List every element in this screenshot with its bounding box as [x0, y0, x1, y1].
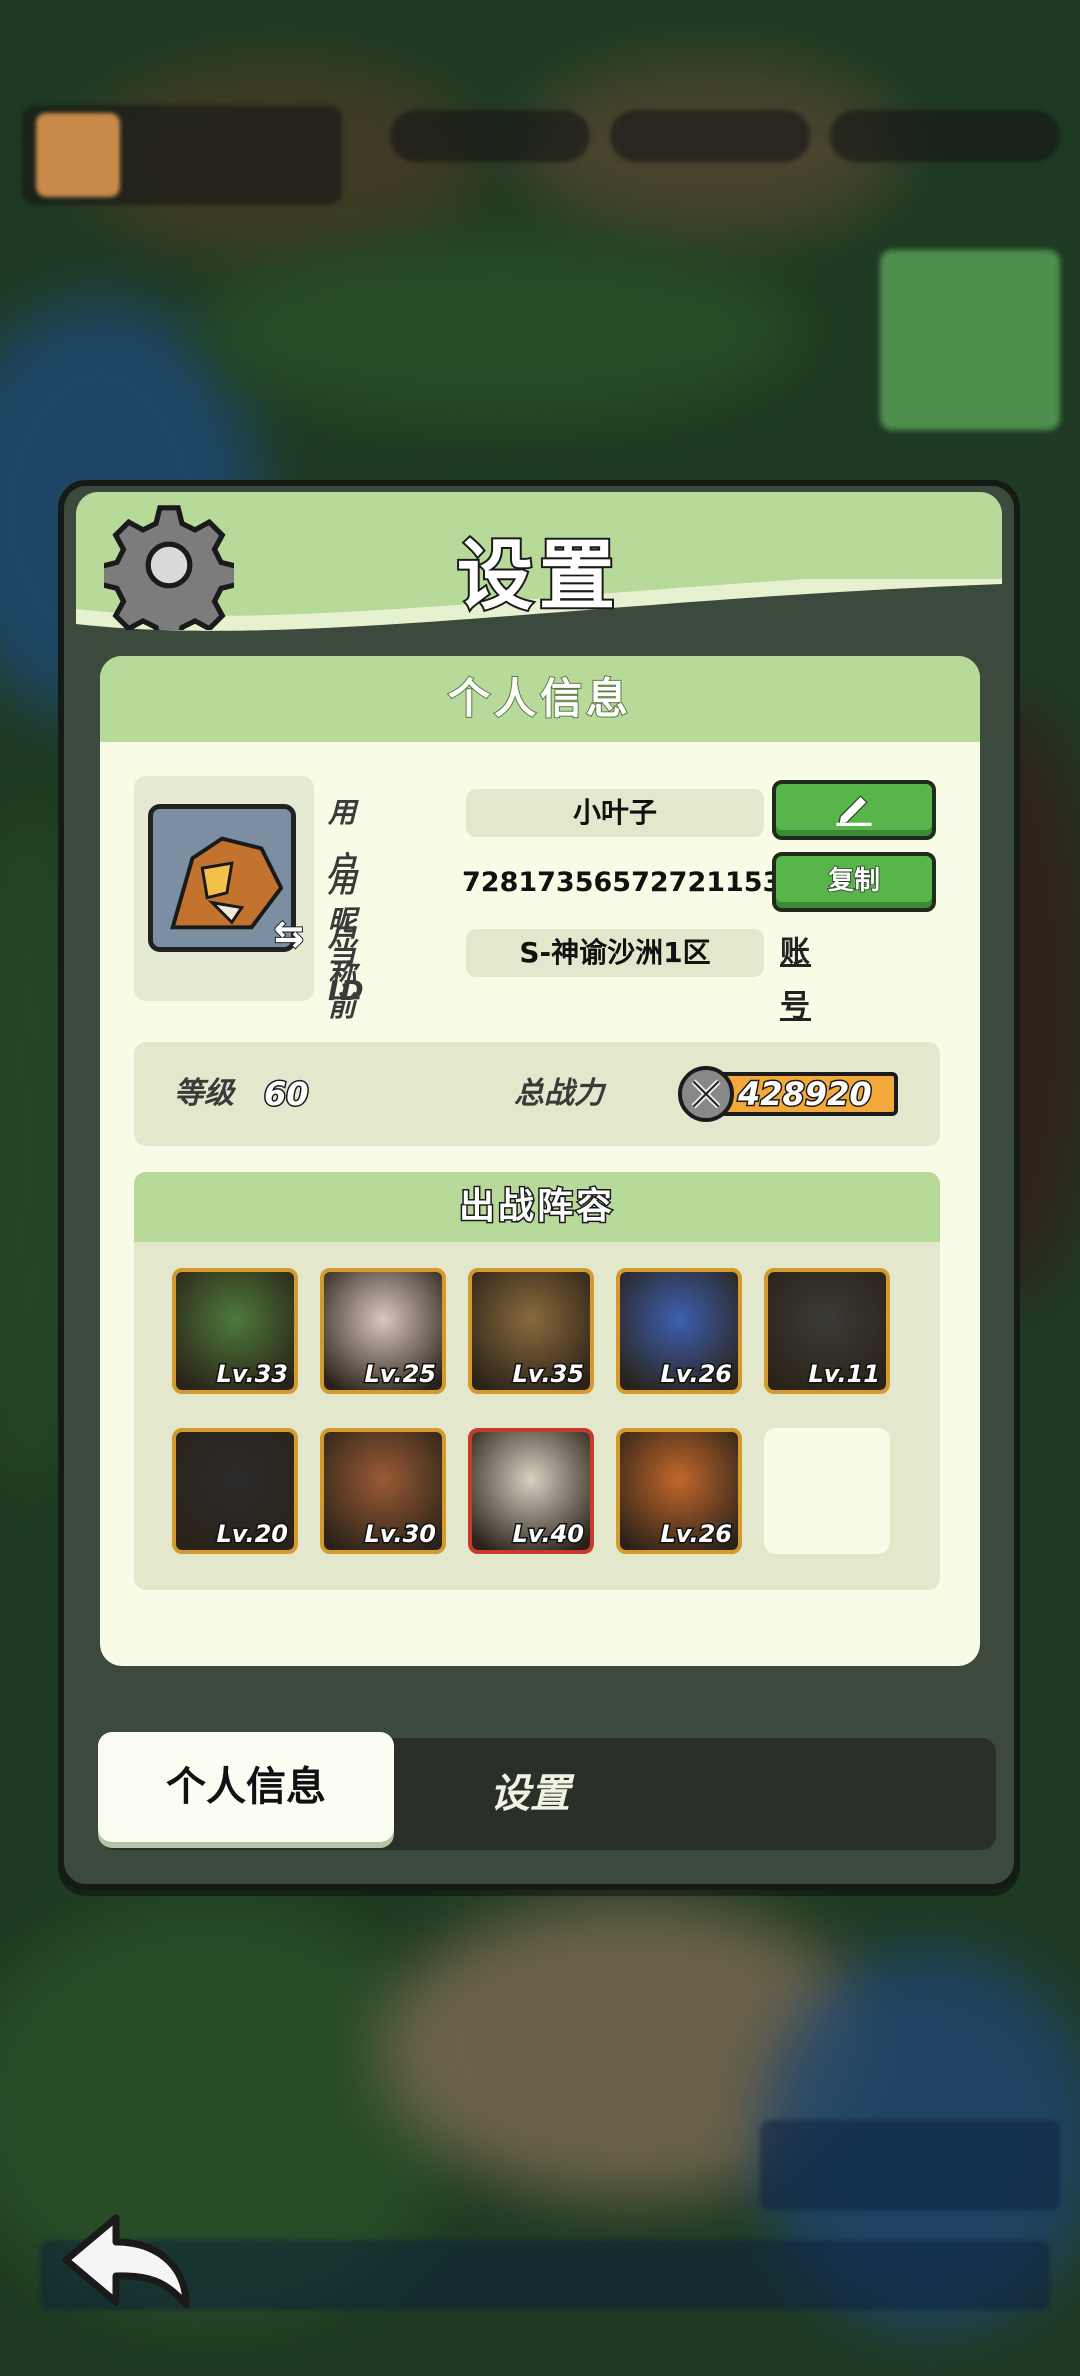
battle-lineup: 出战阵容 Lv.33 Lv.25 Lv.35 Lv.26 Lv.11 Lv.20… — [134, 1172, 940, 1590]
player-hud — [22, 105, 342, 205]
user-id-value: 72817356572721153 — [462, 867, 782, 898]
avatar-frame[interactable]: ⇆ — [134, 776, 314, 1001]
hero-level: Lv.30 — [363, 1519, 437, 1550]
notification-banner — [760, 2120, 1060, 2210]
back-arrow-icon[interactable] — [56, 2210, 196, 2310]
hero-slot[interactable]: Lv.30 — [320, 1428, 446, 1554]
level-value: 60 — [263, 1074, 311, 1115]
nickname-value: 小叶子 — [466, 789, 764, 837]
swap-icon[interactable]: ⇆ — [273, 913, 305, 956]
level-label: 等级 — [174, 1076, 234, 1111]
hero-level: Lv.40 — [511, 1519, 585, 1550]
hero-level: Lv.25 — [363, 1359, 437, 1390]
copy-id-button[interactable]: 复制 — [772, 852, 936, 912]
minimap — [880, 250, 1060, 430]
hero-slot[interactable]: Lv.20 — [172, 1428, 298, 1554]
hero-level: Lv.33 — [215, 1359, 289, 1390]
hero-level: Lv.26 — [659, 1359, 733, 1390]
crossed-swords-icon — [678, 1066, 734, 1122]
hero-level: Lv.35 — [511, 1359, 585, 1390]
empty-hero-slot[interactable] — [764, 1428, 890, 1554]
server-value: S-神谕沙洲1区 — [466, 929, 764, 977]
resource-hud — [830, 110, 1060, 162]
tab-profile[interactable]: 个人信息 — [98, 1732, 394, 1842]
edit-nickname-button[interactable] — [772, 780, 936, 840]
power-value: 428920 — [737, 1074, 874, 1115]
hero-slot[interactable]: Lv.11 — [764, 1268, 890, 1394]
power-label: 总战力 — [514, 1076, 604, 1111]
settings-panel: 设置 个人信息 ⇆ 用户昵称 小叶子 用户 ID 728173565727211… — [58, 480, 1020, 1890]
profile-content: 个人信息 ⇆ 用户昵称 小叶子 用户 ID 72817356572721153 … — [100, 656, 980, 1666]
power-badge: 428920 — [678, 1066, 912, 1122]
resource-hud — [610, 110, 810, 162]
hero-level: Lv.11 — [807, 1359, 881, 1390]
hero-level: Lv.20 — [215, 1519, 289, 1550]
hero-slot[interactable]: Lv.33 — [172, 1268, 298, 1394]
hero-slot[interactable]: Lv.26 — [616, 1268, 742, 1394]
panel-title: 设置 — [455, 529, 621, 622]
hero-slot[interactable]: Lv.26 — [616, 1428, 742, 1554]
panel-header: 设置 — [76, 492, 1002, 637]
hero-level: Lv.26 — [659, 1519, 733, 1550]
tab-settings[interactable]: 设置 — [490, 1738, 570, 1850]
pencil-icon — [836, 795, 872, 827]
tab-bar: 个人信息 设置 — [98, 1732, 996, 1850]
profile-info: ⇆ 用户昵称 小叶子 用户 ID 72817356572721153 复制 当前… — [134, 776, 940, 1132]
section-heading: 个人信息 — [100, 656, 980, 742]
resource-hud — [390, 110, 590, 162]
hero-slot[interactable]: Lv.25 — [320, 1268, 446, 1394]
hero-slot[interactable]: Lv.40 — [468, 1428, 594, 1554]
lineup-heading: 出战阵容 — [134, 1172, 940, 1242]
stats-bar: 等级 60 总战力 428920 — [134, 1042, 940, 1146]
hero-slot[interactable]: Lv.35 — [468, 1268, 594, 1394]
